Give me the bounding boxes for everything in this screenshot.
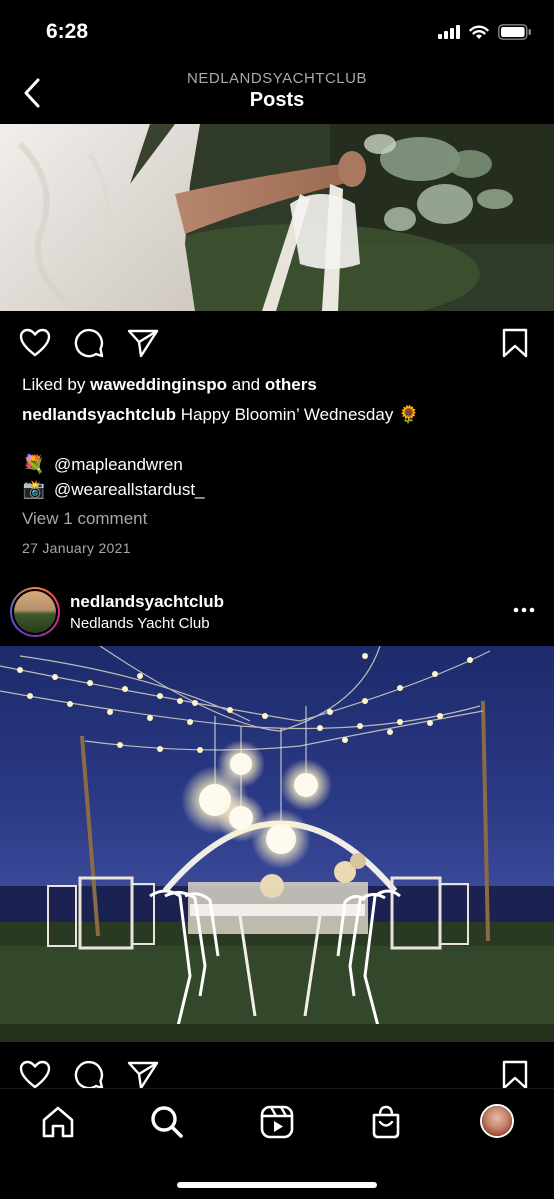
post-date: 27 January 2021 [22,540,131,556]
post2-image[interactable] [0,646,554,1042]
status-time: 6:28 [46,20,89,43]
caption-text: Happy Bloomin’ Wednesday 🌻 [180,405,420,424]
comment-icon[interactable] [72,326,106,360]
cellular-signal-icon [438,25,460,39]
status-icons [438,24,532,40]
heart-icon[interactable] [18,326,52,360]
heart-icon[interactable] [18,1058,52,1092]
post1-caption: nedlandsyachtclub Happy Bloomin’ Wednesd… [22,405,534,425]
status-bar: 6:28 [0,0,554,64]
likes-joiner: and [231,375,261,394]
wifi-icon [469,25,489,39]
post2-username[interactable]: nedlandsyachtclub [70,592,224,612]
bottom-nav-bar [0,1088,554,1199]
likes-summary: Liked by waweddinginspo and others [22,375,317,395]
search-icon[interactable] [148,1103,186,1141]
comment-icon[interactable] [72,1058,106,1092]
camera-emoji: 📸 [22,479,46,499]
profile-avatar[interactable] [480,1104,514,1138]
post1-image[interactable] [0,124,554,311]
post1-photo [0,124,554,311]
bookmark-icon[interactable] [498,1058,532,1092]
page-header: NEDLANDSYACHTCLUB Posts [0,64,554,124]
bouquet-emoji: 💐 [22,454,46,474]
header-account-name: NEDLANDSYACHTCLUB [187,70,367,87]
battery-icon [498,24,531,40]
view-comments-link[interactable]: View 1 comment [22,509,147,529]
mention-handle[interactable]: @mapleandwren [54,455,183,475]
post2-photo [0,646,554,1042]
post1-action-row [0,320,554,366]
mention-line: 📸 @weareallstardust_ [22,479,205,500]
paper-plane-icon[interactable] [126,326,160,360]
paper-plane-icon[interactable] [126,1058,160,1092]
caption-username[interactable]: nedlandsyachtclub [22,405,176,424]
mention-handle[interactable]: @weareallstardust_ [54,480,205,500]
likes-others[interactable]: others [265,375,317,394]
home-indicator [177,1182,377,1188]
post2-header: nedlandsyachtclub Nedlands Yacht Club [0,584,554,642]
likes-prefix: Liked by [22,375,86,394]
reels-icon[interactable] [258,1103,296,1141]
avatar[interactable] [10,587,60,637]
bookmark-icon[interactable] [498,326,532,360]
home-icon[interactable] [39,1103,77,1141]
post2-location[interactable]: Nedlands Yacht Club [70,615,210,632]
shop-icon[interactable] [367,1103,405,1141]
more-dots-icon[interactable] [512,598,536,622]
liked-by-user[interactable]: waweddinginspo [90,375,227,394]
page-title: Posts [249,89,305,111]
mention-line: 💐 @mapleandwren [22,454,183,475]
